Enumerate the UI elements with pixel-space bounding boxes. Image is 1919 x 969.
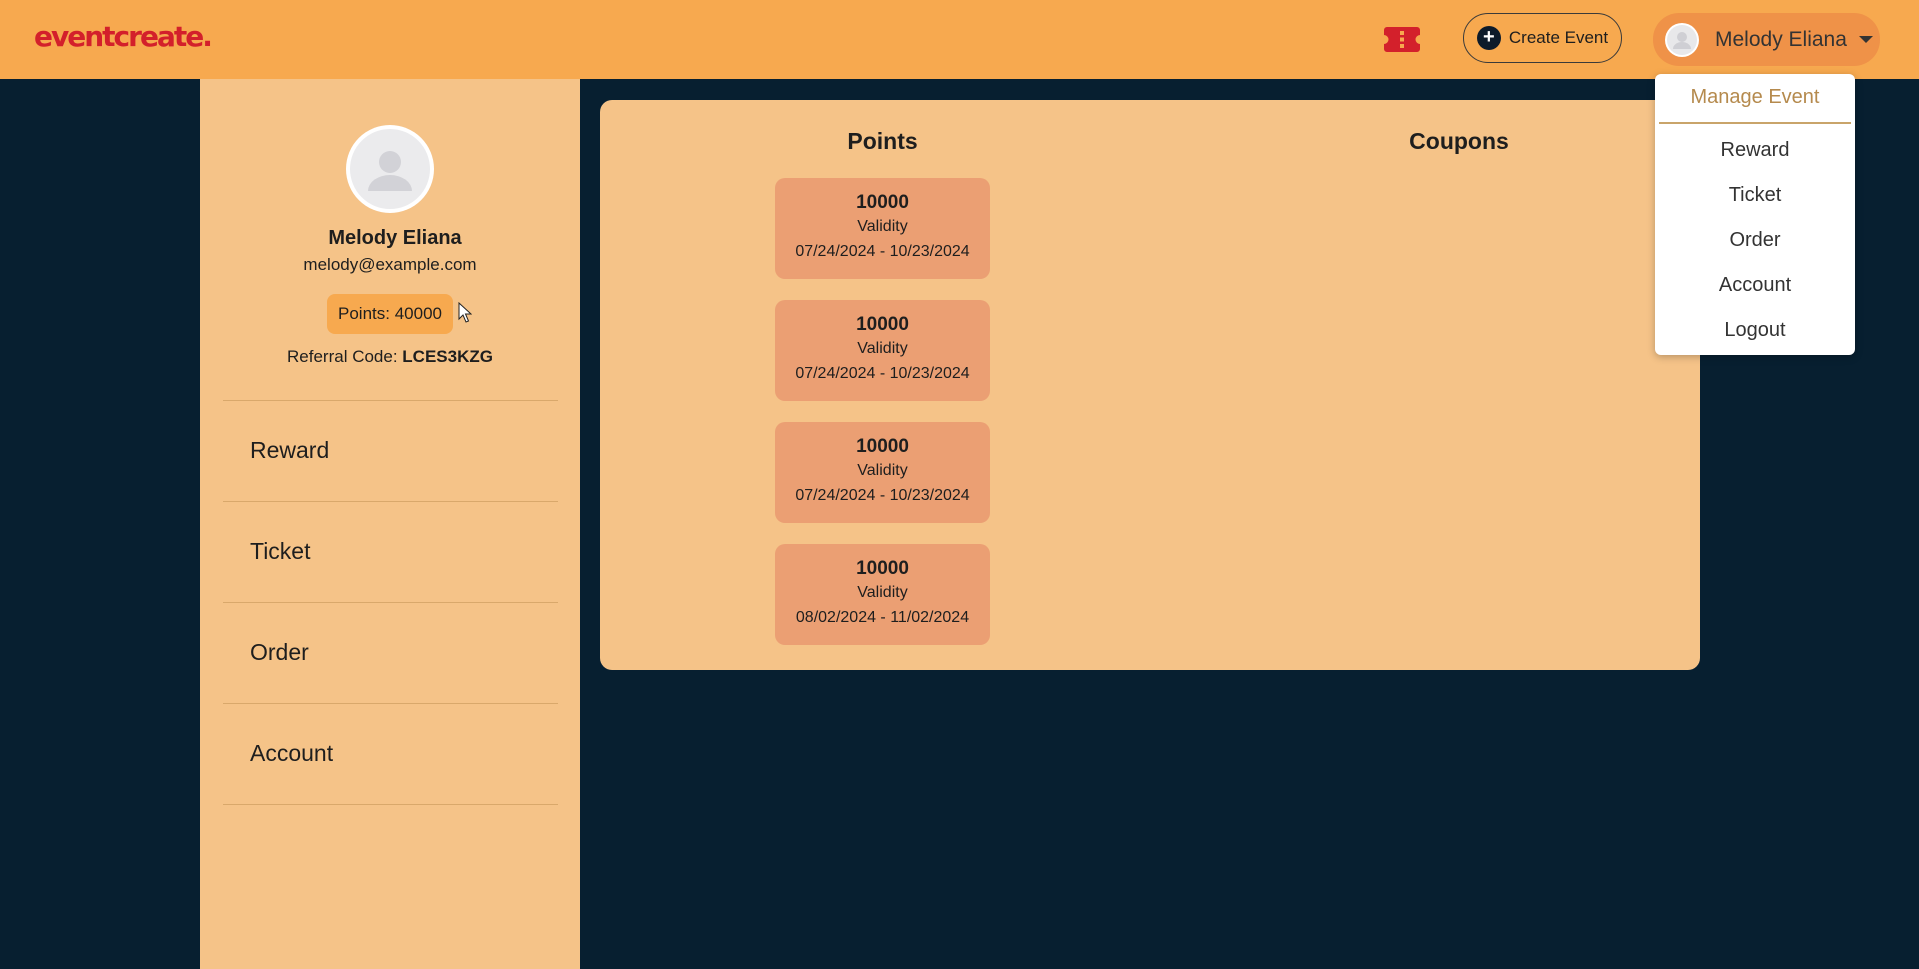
menu-item-manage-event[interactable]: Manage Event bbox=[1655, 86, 1855, 109]
chevron-down-icon bbox=[1858, 36, 1873, 43]
point-card: 10000 Validity 08/02/2024 - 11/02/2024 bbox=[775, 544, 990, 645]
point-card: 10000 Validity 07/24/2024 - 10/23/2024 bbox=[775, 300, 990, 401]
sidebar-item-account[interactable]: Account bbox=[223, 703, 558, 803]
profile-sidebar: Melody Eliana melody@example.com Points:… bbox=[200, 79, 580, 969]
sidebar-item-reward[interactable]: Reward bbox=[223, 400, 558, 500]
user-avatar-icon bbox=[1665, 22, 1699, 57]
point-amount: 10000 bbox=[856, 192, 909, 213]
create-event-button[interactable]: + Create Event bbox=[1463, 13, 1622, 63]
profile-avatar bbox=[346, 125, 434, 213]
rewards-panel: Points Coupons 10000 Validity 07/24/2024… bbox=[600, 100, 1700, 670]
point-amount: 10000 bbox=[856, 314, 909, 335]
point-amount: 10000 bbox=[856, 436, 909, 457]
referral-code-value: LCES3KZG bbox=[402, 347, 493, 366]
points-badge: Points: 40000 bbox=[327, 294, 453, 334]
menu-item-logout[interactable]: Logout bbox=[1655, 319, 1855, 342]
menu-item-ticket[interactable]: Ticket bbox=[1655, 184, 1855, 207]
menu-item-account[interactable]: Account bbox=[1655, 274, 1855, 297]
validity-dates: 07/24/2024 - 10/23/2024 bbox=[795, 243, 970, 260]
brand-logo[interactable]: eventcreate. bbox=[34, 20, 213, 53]
referral-label: Referral Code: bbox=[287, 347, 403, 366]
point-card: 10000 Validity 07/24/2024 - 10/23/2024 bbox=[775, 178, 990, 279]
user-dropdown-menu: Manage Event Reward Ticket Order Account… bbox=[1655, 74, 1855, 355]
menu-divider bbox=[1659, 122, 1851, 124]
validity-dates: 07/24/2024 - 10/23/2024 bbox=[795, 487, 970, 504]
validity-label: Validity bbox=[857, 584, 908, 601]
referral-code: Referral Code: LCES3KZG bbox=[200, 347, 580, 367]
sidebar-item-ticket[interactable]: Ticket bbox=[223, 501, 558, 601]
user-menu-button[interactable]: Melody Eliana bbox=[1653, 13, 1880, 66]
point-amount: 10000 bbox=[856, 558, 909, 579]
user-name: Melody Eliana bbox=[1715, 27, 1847, 51]
coupons-title: Coupons bbox=[1409, 128, 1509, 154]
validity-label: Validity bbox=[857, 218, 908, 235]
sidebar-item-order[interactable]: Order bbox=[223, 602, 558, 702]
validity-dates: 07/24/2024 - 10/23/2024 bbox=[795, 365, 970, 382]
point-card: 10000 Validity 07/24/2024 - 10/23/2024 bbox=[775, 422, 990, 523]
validity-label: Validity bbox=[857, 340, 908, 357]
plus-circle-icon: + bbox=[1476, 26, 1501, 50]
menu-item-order[interactable]: Order bbox=[1655, 229, 1855, 252]
divider bbox=[223, 804, 558, 805]
validity-dates: 08/02/2024 - 11/02/2024 bbox=[795, 609, 970, 626]
profile-name: Melody Eliana bbox=[328, 227, 462, 249]
ticket-icon[interactable] bbox=[1384, 27, 1420, 52]
mouse-cursor-icon bbox=[458, 302, 472, 323]
top-header: eventcreate. + Create Event Melody Elian… bbox=[0, 0, 1919, 79]
profile-email: melody@example.com bbox=[303, 255, 477, 274]
points-title: Points bbox=[847, 128, 918, 154]
create-event-label: Create Event bbox=[1508, 28, 1609, 47]
validity-label: Validity bbox=[857, 462, 908, 479]
menu-item-reward[interactable]: Reward bbox=[1655, 139, 1855, 162]
